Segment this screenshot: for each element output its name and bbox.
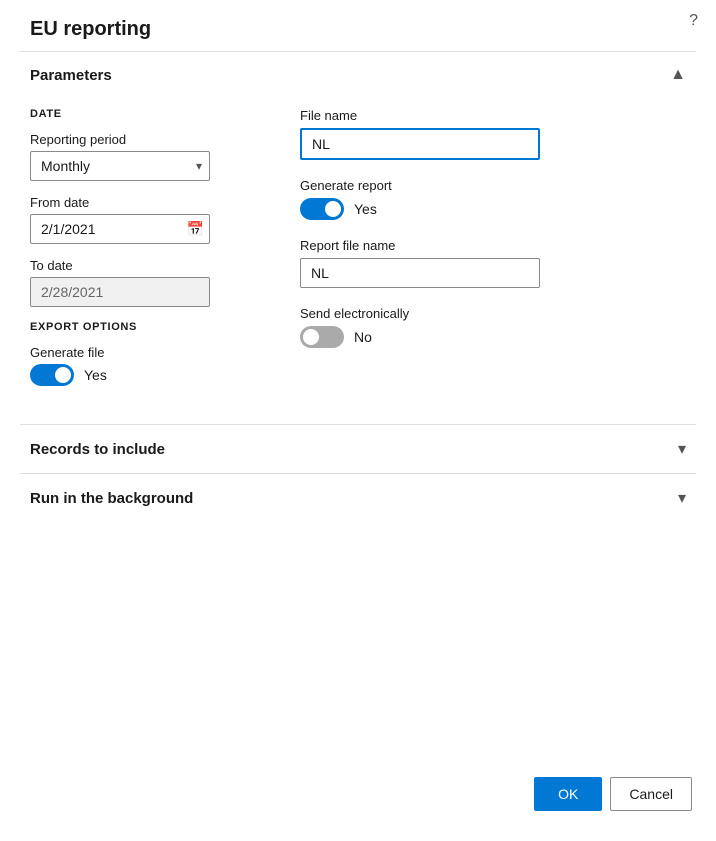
reporting-period-dropdown-wrapper[interactable]: Monthly Weekly Quarterly Yearly ▾ <box>30 151 210 181</box>
left-column: DATE Reporting period Monthly Weekly Qua… <box>30 108 260 400</box>
generate-file-toggle[interactable] <box>30 364 74 386</box>
records-chevron-icon: ▾ <box>678 439 686 459</box>
from-date-wrapper[interactable]: 📅 <box>30 214 210 244</box>
send-electronically-label: Send electronically <box>300 306 686 321</box>
reporting-period-field: Reporting period Monthly Weekly Quarterl… <box>30 132 260 181</box>
records-section-header[interactable]: Records to include ▾ <box>20 425 696 473</box>
to-date-wrapper <box>30 277 210 307</box>
to-date-label: To date <box>30 258 260 273</box>
generate-report-toggle[interactable] <box>300 198 344 220</box>
send-electronically-field-group: Send electronically No <box>300 306 686 348</box>
generate-report-field-group: Generate report Yes <box>300 178 686 220</box>
send-electronically-toggle[interactable] <box>300 326 344 348</box>
records-section: Records to include ▾ <box>20 424 696 473</box>
from-date-input[interactable] <box>30 214 210 244</box>
send-electronically-toggle-label: No <box>354 329 372 345</box>
generate-file-label: Generate file <box>30 345 260 360</box>
reporting-period-label: Reporting period <box>30 132 260 147</box>
generate-file-field: Generate file Yes <box>30 345 260 386</box>
parameters-chevron-icon: ▲ <box>670 66 686 84</box>
right-column: File name Generate report Yes Report fil… <box>300 108 686 400</box>
to-date-input <box>30 277 210 307</box>
file-name-input[interactable] <box>300 128 540 160</box>
background-section-header[interactable]: Run in the background ▾ <box>20 474 696 522</box>
cancel-button[interactable]: Cancel <box>610 777 692 811</box>
to-date-field: To date <box>30 258 260 307</box>
background-section-title: Run in the background <box>30 490 193 507</box>
footer-buttons: OK Cancel <box>534 777 692 811</box>
generate-file-toggle-row: Yes <box>30 364 260 386</box>
generate-report-toggle-label: Yes <box>354 201 377 217</box>
reporting-period-select[interactable]: Monthly Weekly Quarterly Yearly <box>30 151 210 181</box>
help-icon-area[interactable]: ? <box>689 12 698 30</box>
send-electronically-toggle-row: No <box>300 326 686 348</box>
generate-report-toggle-row: Yes <box>300 198 686 220</box>
report-file-name-input[interactable] <box>300 258 540 288</box>
generate-file-toggle-label: Yes <box>84 367 107 383</box>
ok-button[interactable]: OK <box>534 777 602 811</box>
page-header: EU reporting <box>0 0 716 51</box>
background-section: Run in the background ▾ <box>20 473 696 522</box>
generate-report-track <box>300 198 344 220</box>
parameters-section-header[interactable]: Parameters ▲ <box>20 52 696 98</box>
generate-report-thumb <box>325 201 341 217</box>
report-file-name-label: Report file name <box>300 238 686 253</box>
send-electronically-thumb <box>303 329 319 345</box>
background-chevron-icon: ▾ <box>678 488 686 508</box>
records-section-title: Records to include <box>30 441 165 458</box>
from-date-field: From date 📅 <box>30 195 260 244</box>
page-title: EU reporting <box>30 18 686 41</box>
send-electronically-track <box>300 326 344 348</box>
parameters-section-title: Parameters <box>30 67 112 84</box>
file-name-label: File name <box>300 108 686 123</box>
parameters-section: Parameters ▲ DATE Reporting period Month… <box>20 51 696 424</box>
generate-file-track <box>30 364 74 386</box>
date-group-label: DATE <box>30 108 260 120</box>
report-file-name-field-group: Report file name <box>300 238 686 288</box>
generate-file-thumb <box>55 367 71 383</box>
help-icon[interactable]: ? <box>689 12 698 29</box>
generate-report-label: Generate report <box>300 178 686 193</box>
from-date-label: From date <box>30 195 260 210</box>
file-name-field-group: File name <box>300 108 686 160</box>
parameters-body: DATE Reporting period Monthly Weekly Qua… <box>20 98 696 424</box>
export-options-label: EXPORT OPTIONS <box>30 321 260 333</box>
